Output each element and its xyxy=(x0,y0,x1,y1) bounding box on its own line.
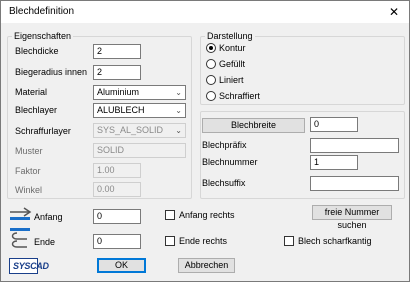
blechdicke-input[interactable]: 2 xyxy=(93,44,141,59)
checkbox-box xyxy=(165,210,175,220)
faktor-label: Faktor xyxy=(15,166,41,176)
checkbox-box xyxy=(284,236,294,246)
radio-label: Liniert xyxy=(219,75,244,85)
syscad-logo: SYSCAD xyxy=(9,258,49,274)
material-value: Aluminium xyxy=(97,87,140,97)
schraffurlayer-select: SYS_AL_SOLID ⌄ xyxy=(93,123,186,138)
dialog-window: Blechdefinition ✕ Eigenschaften Blechdic… xyxy=(0,0,410,282)
radio-circle xyxy=(206,43,216,53)
ende-input[interactable]: 0 xyxy=(93,234,141,249)
arrow-bend-icon xyxy=(10,228,30,248)
window-title: Blechdefinition xyxy=(9,6,75,17)
abbrechen-button[interactable]: Abbrechen xyxy=(178,258,235,273)
radio-circle xyxy=(206,75,216,85)
radio-circle xyxy=(206,59,216,69)
chevron-down-icon: ⌄ xyxy=(175,126,182,135)
eigenschaften-legend: Eigenschaften xyxy=(14,31,72,41)
radio-label: Schraffiert xyxy=(219,91,260,101)
anfang-input[interactable]: 0 xyxy=(93,209,141,224)
radio-schraffiert[interactable]: Schraffiert xyxy=(206,91,260,101)
radio-kontur[interactable]: Kontur xyxy=(206,43,246,53)
schraffurlayer-value: SYS_AL_SOLID xyxy=(97,125,164,135)
blech-scharfkantig-checkbox[interactable]: Blech scharfkantig xyxy=(284,236,372,246)
biegeradius-input[interactable]: 2 xyxy=(93,65,141,80)
ende-rechts-checkbox[interactable]: Ende rechts xyxy=(165,236,227,246)
blechbreite-input[interactable]: 0 xyxy=(310,117,358,132)
blechpraefix-label: Blechpräfix xyxy=(202,140,247,150)
checkbox-box xyxy=(165,236,175,246)
winkel-label: Winkel xyxy=(15,185,43,195)
freie-nummer-button[interactable]: freie Nummer suchen xyxy=(312,205,392,230)
blechlayer-label: Blechlayer xyxy=(15,105,58,115)
muster-label: Muster xyxy=(15,146,43,156)
blechnummer-label: Blechnummer xyxy=(202,157,258,167)
chevron-down-icon: ⌄ xyxy=(175,88,182,97)
anfang-rechts-checkbox[interactable]: Anfang rechts xyxy=(165,210,235,220)
radio-circle xyxy=(206,91,216,101)
schraffurlayer-label: Schraffurlayer xyxy=(15,126,71,136)
radio-liniert[interactable]: Liniert xyxy=(206,75,244,85)
anfang-label: Anfang xyxy=(34,212,63,222)
blechdicke-label: Blechdicke xyxy=(15,46,59,56)
blechbreite-button[interactable]: Blechbreite xyxy=(202,118,305,133)
material-select[interactable]: Aluminium ⌄ xyxy=(93,85,186,100)
biegeradius-label: Biegeradius innen xyxy=(15,67,88,77)
blechsuffix-input[interactable] xyxy=(310,176,399,191)
blechsuffix-label: Blechsuffix xyxy=(202,178,246,188)
blechnummer-input[interactable]: 1 xyxy=(310,155,358,170)
radio-label: Gefüllt xyxy=(219,59,246,69)
title-bar: Blechdefinition ✕ xyxy=(1,1,409,23)
checkbox-label: Anfang rechts xyxy=(179,210,235,220)
winkel-input: 0.00 xyxy=(93,182,141,197)
ende-label: Ende xyxy=(34,237,56,247)
radio-label: Kontur xyxy=(219,43,246,53)
chevron-down-icon: ⌄ xyxy=(175,106,182,115)
radio-gefuellt[interactable]: Gefüllt xyxy=(206,59,245,69)
close-button[interactable]: ✕ xyxy=(379,1,409,23)
faktor-input: 1.00 xyxy=(93,163,141,178)
ok-button[interactable]: OK xyxy=(97,258,146,273)
checkbox-label: Blech scharfkantig xyxy=(298,236,372,246)
darstellung-legend: Darstellung xyxy=(207,31,253,41)
checkbox-label: Ende rechts xyxy=(179,236,228,246)
muster-input: SOLID xyxy=(93,143,186,158)
arrow-right-icon xyxy=(10,207,32,220)
blechlayer-select[interactable]: ALUBLECH ⌄ xyxy=(93,103,186,118)
blechpraefix-input[interactable] xyxy=(310,138,399,153)
blechlayer-value: ALUBLECH xyxy=(97,105,145,115)
logo-text: SYSCAD xyxy=(13,261,49,271)
material-label: Material xyxy=(15,87,48,97)
